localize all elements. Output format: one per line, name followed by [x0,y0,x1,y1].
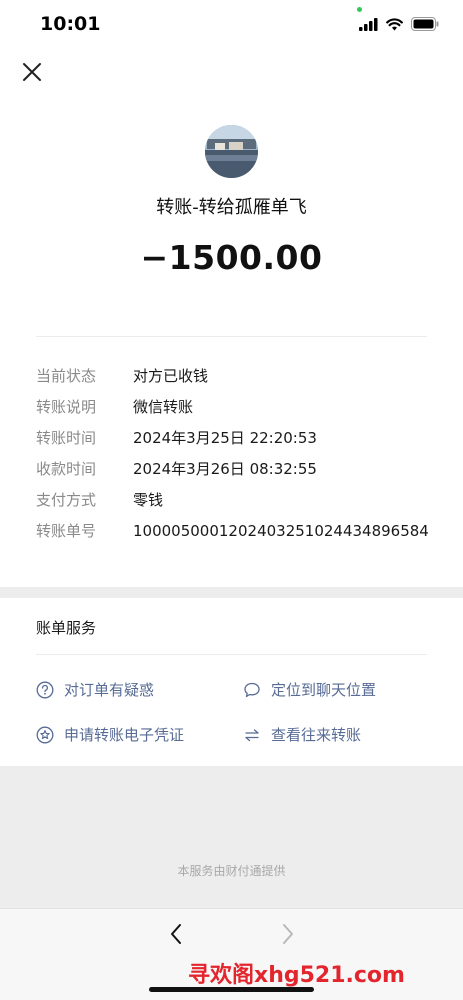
chat-bubble-icon [243,681,261,699]
detail-row-transfer-time: 转账时间 2024年3月25日 22:20:53 [36,422,436,453]
close-icon [22,62,42,86]
status-bar: 10:01 [0,0,463,48]
service-label: 查看往来转账 [271,726,362,744]
request-voucher-link[interactable]: 申请转账电子凭证 [36,724,184,745]
detail-row-payment-method: 支付方式 零钱 [36,484,436,515]
section-separator [0,587,463,598]
detail-value: 零钱 [133,491,164,509]
detail-label: 当前状态 [36,367,97,385]
transfer-title: 转账-转给孤雁单飞 [156,197,307,218]
privacy-indicator-dot [357,7,362,12]
divider [36,654,427,655]
detail-value: 2024年3月25日 22:20:53 [133,429,317,447]
detail-value: 微信转账 [133,398,194,416]
wifi-icon [386,16,403,35]
detail-value: 1000050001202403251024434896584 [133,521,429,540]
detail-label: 支付方式 [36,491,97,509]
detail-label: 转账单号 [36,522,97,540]
home-indicator[interactable] [149,987,314,992]
cellular-signal-icon [359,16,378,35]
detail-row-description: 转账说明 微信转账 [36,391,436,422]
bill-services-title: 账单服务 [36,619,97,637]
locate-chat-link[interactable]: 定位到聊天位置 [243,679,376,700]
status-icons [359,16,439,35]
question-order-link[interactable]: 对订单有疑惑 [36,679,154,700]
badge-star-icon [36,726,54,744]
detail-value: 对方已收钱 [133,367,209,385]
close-button[interactable] [18,60,46,88]
forward-button[interactable] [276,923,300,949]
service-provider-note: 本服务由财付通提供 [177,864,286,878]
chevron-left-icon [169,923,183,949]
back-button[interactable] [164,923,188,949]
detail-row-receive-time: 收款时间 2024年3月26日 08:32:55 [36,453,436,484]
status-time: 10:01 [40,13,101,35]
transfer-amount: −1500.00 [140,238,323,277]
swap-arrows-icon [243,726,261,744]
transfer-details: 当前状态 对方已收钱 转账说明 微信转账 转账时间 2024年3月25日 22:… [36,360,436,546]
service-label: 定位到聊天位置 [271,681,377,699]
service-label: 对订单有疑惑 [64,681,155,699]
detail-row-status: 当前状态 对方已收钱 [36,360,436,391]
question-circle-icon [36,681,54,699]
detail-label: 收款时间 [36,460,97,478]
watermark-text: 寻欢阁xhg521.com [188,963,405,988]
view-transfers-link[interactable]: 查看往来转账 [243,724,361,745]
battery-icon [411,16,439,35]
detail-label: 转账时间 [36,429,97,447]
detail-label: 转账说明 [36,398,97,416]
service-label: 申请转账电子凭证 [64,726,185,744]
bottom-background [0,766,463,908]
chevron-right-icon [281,923,295,949]
payee-avatar[interactable] [205,125,258,178]
divider [36,336,427,337]
detail-row-transfer-id: 转账单号 1000050001202403251024434896584 [36,515,436,546]
browser-nav-bar: 寻欢阁xhg521.com [0,908,463,1000]
detail-value: 2024年3月26日 08:32:55 [133,460,317,478]
